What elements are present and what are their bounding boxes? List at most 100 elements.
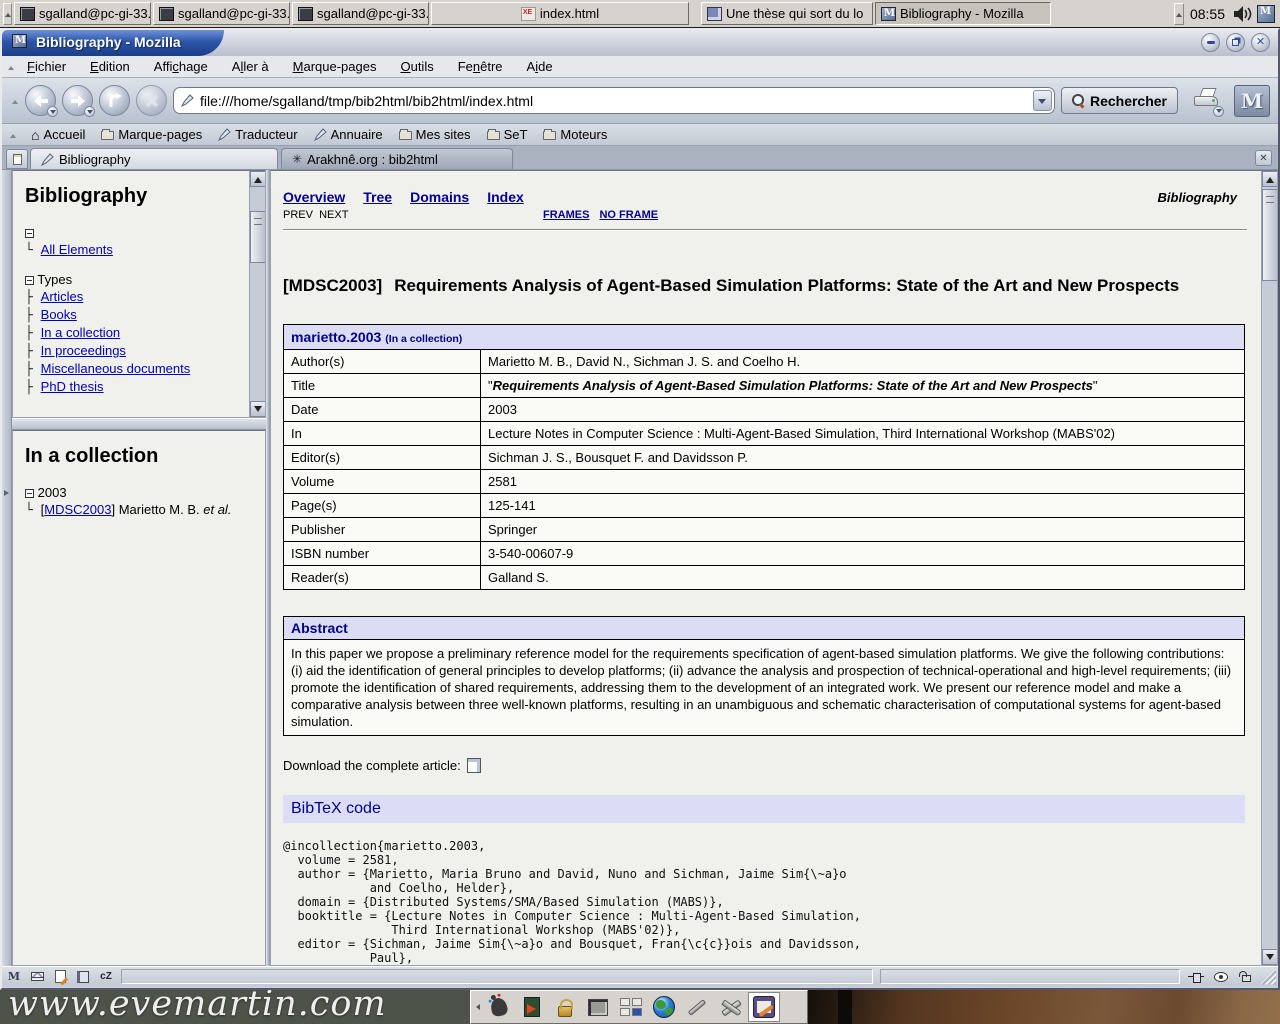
sidebar-link-all-elements[interactable]: All Elements [41, 242, 113, 257]
doc-link-tree[interactable]: Tree [363, 189, 392, 205]
menu-aide[interactable]: Aide [515, 57, 565, 76]
menu-edition[interactable]: Edition [78, 57, 142, 76]
offline-icon[interactable] [1185, 969, 1207, 984]
mozilla-window: Bibliography - Mozilla ✕ FichierEditionA… [0, 28, 1280, 990]
navigator-icon[interactable]: M [4, 969, 24, 985]
terminal-icon[interactable] [583, 993, 613, 1021]
entry-link[interactable]: MDSC2003 [44, 502, 111, 517]
sidebar-link-books[interactable]: Books [41, 307, 77, 322]
url-bar[interactable]: file:///home/sgalland/tmp/bib2html/bib2h… [173, 87, 1055, 114]
bookmark-marquepages[interactable]: Marque-pages [101, 127, 202, 142]
sidebar-link-articles[interactable]: Articles [41, 289, 84, 304]
globe-icon[interactable] [649, 993, 679, 1021]
main-scrollbar[interactable] [1261, 171, 1277, 965]
lock-icon[interactable] [550, 993, 580, 1021]
scroll-down-button[interactable] [250, 401, 266, 417]
stop-button[interactable] [136, 85, 167, 116]
status-secondary-area [880, 969, 1180, 984]
menu-aller[interactable]: Aller à [220, 57, 281, 76]
taskbar-button[interactable]: Bibliography - Mozilla [875, 2, 1051, 25]
sidebar-frame-splitter[interactable] [12, 418, 266, 430]
window-resize-grip[interactable] [1260, 969, 1276, 985]
panel-collapse-grip-right[interactable] [1174, 3, 1184, 25]
scroll-up-button[interactable] [1262, 171, 1278, 187]
sidebar-splitter[interactable] [2, 170, 12, 966]
back-button[interactable] [25, 85, 56, 116]
security-icon[interactable] [1235, 969, 1257, 984]
navbar-grip[interactable] [10, 83, 19, 119]
mail-icon[interactable] [27, 969, 47, 985]
menubar-grip[interactable] [6, 58, 15, 75]
scroll-thumb[interactable] [250, 211, 266, 263]
url-input[interactable]: file:///home/sgalland/tmp/bib2html/bib2h… [200, 93, 1027, 109]
stick-icon[interactable] [682, 993, 712, 1021]
bookmark-set[interactable]: SeT [487, 127, 528, 142]
tab-close-button[interactable]: ✕ [1255, 150, 1272, 166]
chatzilla-icon[interactable]: cZ [96, 969, 116, 985]
close-button[interactable]: ✕ [1251, 33, 1270, 52]
forward-history-dropdown[interactable] [84, 106, 95, 117]
doc-link-domains[interactable]: Domains [410, 189, 469, 205]
doc-link-overview[interactable]: Overview [283, 189, 345, 205]
menu-marquepages[interactable]: Marque-pages [281, 57, 389, 76]
sidebar-link-in-proceedings[interactable]: In proceedings [41, 343, 126, 358]
taskbar-button[interactable]: index.html [431, 2, 689, 25]
throbber-logo[interactable]: M [1234, 85, 1270, 117]
taskbar-button[interactable]: Une thèse qui sort du lo [701, 2, 873, 25]
menu-fichier[interactable]: Fichier [15, 57, 78, 76]
minimize-button[interactable] [1201, 33, 1220, 52]
cookie-icon[interactable] [1210, 969, 1232, 984]
logout-icon[interactable] [517, 993, 547, 1021]
text-editor-icon[interactable] [748, 992, 780, 1022]
panel-collapse-grip[interactable] [3, 3, 12, 25]
bookmark-accueil[interactable]: ⌂Accueil [31, 127, 85, 142]
bookmark-messites[interactable]: Mes sites [399, 127, 471, 142]
new-tab-button[interactable] [6, 149, 28, 169]
scroll-down-button[interactable] [1262, 949, 1278, 965]
scroll-up-button[interactable] [250, 171, 266, 187]
titlebar[interactable]: Bibliography - Mozilla ✕ [2, 30, 1278, 56]
collapse-icon[interactable] [25, 489, 34, 498]
sidebar-link-miscellaneous-documents[interactable]: Miscellaneous documents [41, 361, 191, 376]
taskbar-button[interactable]: sgalland@pc-gi-33.utbn [14, 2, 151, 25]
mozilla-launcher-icon[interactable] [1257, 5, 1275, 23]
scroll-thumb[interactable] [1262, 189, 1278, 281]
url-dropdown-button[interactable] [1033, 90, 1052, 111]
taskbar-button[interactable]: sgalland@pc-gi-33.utbn [153, 2, 290, 25]
collapse-icon[interactable] [25, 229, 34, 238]
taskbar-button[interactable]: sgalland@pc-gi-33.utbn [292, 2, 429, 25]
maximize-button[interactable] [1226, 33, 1245, 52]
sidebar-scrollbar[interactable] [249, 171, 265, 417]
back-history-dropdown[interactable] [47, 106, 58, 117]
noframe-link[interactable]: NO FRAME [599, 209, 658, 221]
frames-link[interactable]: FRAMES [543, 209, 589, 221]
bookmark-traducteur[interactable]: Traducteur [218, 127, 297, 142]
download-article-icon[interactable] [467, 758, 481, 773]
window-icon [12, 34, 27, 48]
tab-arakhnorgbib2html[interactable]: ✳Arakhnê.org : bib2html [281, 148, 513, 169]
menu-outils[interactable]: Outils [388, 57, 445, 76]
collapse-icon[interactable] [25, 276, 34, 285]
bibtex-code: @incollection{marietto.2003, volume = 25… [283, 839, 1247, 965]
search-button[interactable]: Rechercher [1061, 87, 1178, 114]
tools-icon[interactable] [715, 993, 745, 1021]
forward-button[interactable] [62, 85, 93, 116]
bottom-panel-grip[interactable] [473, 993, 481, 1021]
print-dropdown[interactable] [1213, 106, 1224, 117]
gnome-foot-icon[interactable] [484, 993, 514, 1021]
sidebar-link-in-a-collection[interactable]: In a collection [41, 325, 121, 340]
bookmark-annuaire[interactable]: Annuaire [314, 127, 383, 142]
volume-icon[interactable] [1233, 5, 1253, 23]
composer-icon[interactable] [50, 969, 70, 985]
menu-affichage[interactable]: Affichage [142, 57, 220, 76]
sidebar-link-phd-thesis[interactable]: PhD thesis [41, 379, 104, 394]
bookmark-moteurs[interactable]: Moteurs [543, 127, 607, 142]
doc-link-index[interactable]: Index [487, 189, 524, 205]
print-button[interactable] [1192, 88, 1222, 114]
workspace-pager[interactable] [616, 993, 646, 1021]
reload-button[interactable] [99, 85, 130, 116]
tab-bibliography[interactable]: Bibliography [30, 148, 278, 169]
addressbook-icon[interactable] [73, 969, 93, 985]
menu-fentre[interactable]: Fenêtre [446, 57, 515, 76]
personal-toolbar-grip[interactable] [8, 126, 17, 143]
